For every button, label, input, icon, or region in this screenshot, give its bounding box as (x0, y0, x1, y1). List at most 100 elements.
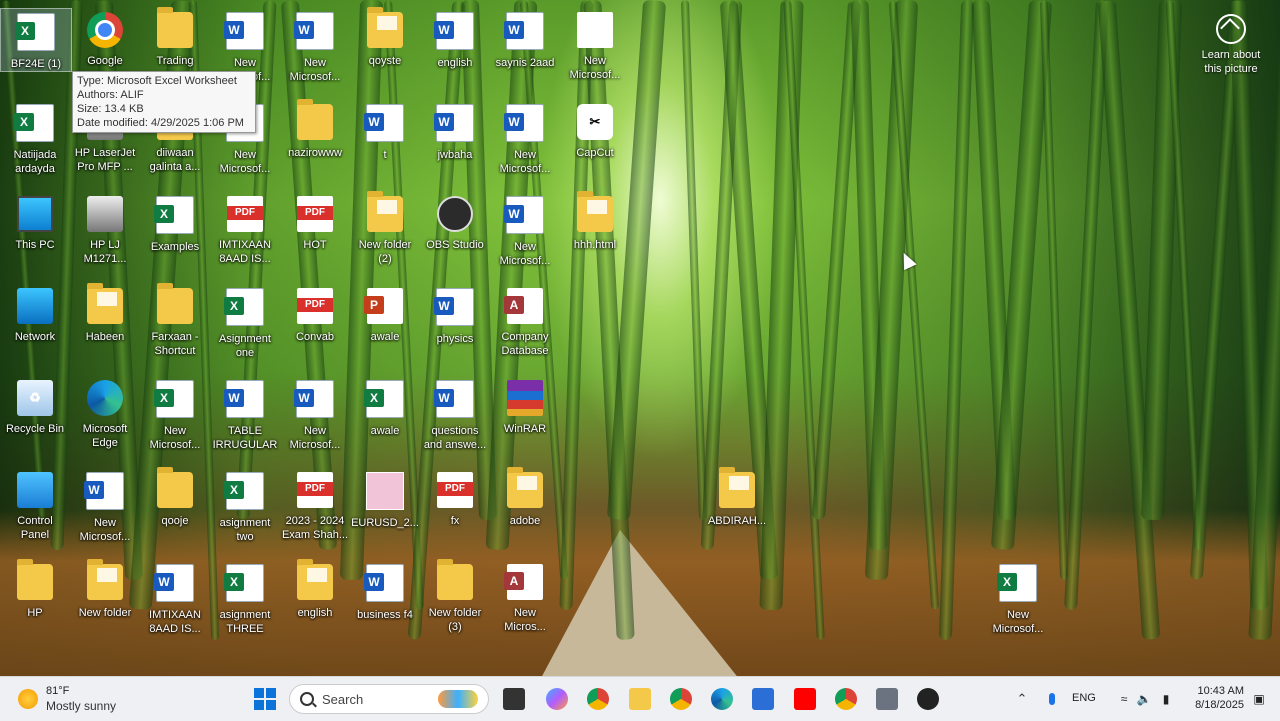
taskbar-app-chrome-icon[interactable] (667, 685, 695, 713)
excel-icon (997, 564, 1037, 602)
desktop-icon-microsoft-edge[interactable]: Microsoft Edge (70, 376, 140, 450)
desktop-icon-business-f4[interactable]: business f4 (350, 560, 420, 622)
desktop-icon-google[interactable]: Google (70, 8, 140, 68)
desktop-icon-new-microsof[interactable]: New Microsof... (490, 192, 560, 268)
obs-icon (437, 196, 473, 232)
desktop-icon-new-folder-3[interactable]: New folder (3) (420, 559, 490, 634)
taskbar-app-chrome-icon[interactable] (584, 685, 612, 713)
sun-icon (18, 689, 38, 709)
learn-about-label: Learn about this picture (1201, 49, 1261, 75)
desktop-icon-new-microsof[interactable]: New Microsof... (560, 8, 630, 82)
edge-icon (711, 688, 733, 710)
desktop-icon-control-panel[interactable]: Control Panel (0, 468, 70, 542)
desktop-icon-label: New Microsof... (289, 57, 341, 83)
desktop-icon-this-pc[interactable]: This PC (0, 192, 70, 252)
desktop-icon-new-microsof[interactable]: New Microsof... (280, 376, 350, 452)
desktop-icon-label: CapCut (576, 147, 614, 159)
desktop-icon-habeen[interactable]: Habeen (70, 283, 140, 344)
desktop-icon-network[interactable]: Network (0, 284, 70, 344)
desktop-icon-qooje[interactable]: qooje (140, 467, 210, 528)
desktop-icon-label: HP LaserJet Pro MFP ... (74, 147, 136, 173)
desktop-icon-qoyste[interactable]: qoyste (350, 7, 420, 68)
pdf-icon (297, 288, 333, 324)
desktop-icon-bf24e-1[interactable]: BF24E (1) (0, 8, 72, 72)
desktop-icon-fx[interactable]: fx (420, 468, 490, 528)
desktop-icon-physics[interactable]: physics (420, 284, 490, 346)
taskbar-app-youtube-icon[interactable] (791, 685, 819, 713)
desktop-icon-hot[interactable]: HOT (280, 192, 350, 252)
desktop-icon-recycle-bin[interactable]: ♻ Recycle Bin (0, 376, 70, 436)
desktop-icon-english[interactable]: english (420, 8, 490, 70)
weather-widget[interactable]: 81°F Mostly sunny (18, 683, 138, 715)
desktop-icon-awale[interactable]: awale (350, 284, 420, 344)
desktop-icon-imtixaan-8aad-is[interactable]: IMTIXAAN 8AAD IS... (210, 192, 280, 266)
notifications-icon[interactable]: ▣ (1245, 685, 1273, 713)
taskbar-app-file-manager-icon[interactable] (500, 685, 528, 713)
learn-picture-icon[interactable] (1216, 14, 1246, 44)
desktop-icon-new-folder-2[interactable]: New folder (2) (350, 191, 420, 266)
desktop-icon-winrar[interactable]: WinRAR (490, 376, 560, 436)
desktop-icon-hp[interactable]: HP (0, 559, 70, 620)
desktop-icon-examples[interactable]: Examples (140, 192, 210, 254)
chrome-icon (87, 12, 123, 48)
taskbar-app-edge-icon[interactable] (708, 685, 736, 713)
desktop-icon-new-folder[interactable]: New folder (70, 559, 140, 620)
desktop-icon-asignment-two[interactable]: asignment two (210, 468, 280, 544)
desktop-icon-saynis-2aad[interactable]: saynis 2aad (490, 8, 560, 70)
desktop-icon-company-database[interactable]: Company Database (490, 284, 560, 358)
desktop-icon-abdirah[interactable]: ABDIRAH... (702, 467, 772, 528)
search-placeholder: Search (322, 692, 364, 707)
word-icon (154, 564, 194, 602)
store-icon (752, 688, 774, 710)
desktop-icon-label: New Microsof... (289, 425, 341, 451)
desktop-icon-asignment-one[interactable]: Asignment one (210, 284, 280, 360)
desktop-icon-adobe[interactable]: adobe (490, 467, 560, 528)
desktop-icon-new-microsof[interactable]: New Microsof... (70, 468, 140, 544)
desktop-icon-imtixaan-8aad-is[interactable]: IMTIXAAN 8AAD IS... (140, 560, 210, 636)
start-button[interactable] (251, 685, 279, 713)
desktop-icon-farxaan-shortcut[interactable]: Farxaan - Shortcut (140, 283, 210, 358)
battery-icon[interactable]: ▮ (1152, 685, 1180, 713)
clock[interactable]: 10:43 AM 8/18/2025 (1184, 684, 1244, 712)
search-input[interactable]: Search (289, 684, 489, 714)
desktop-icon-natiijada-ardayda[interactable]: Natiijada ardayda (0, 100, 70, 176)
desktop-icon-table-irrugular[interactable]: TABLE IRRUGULAR (210, 376, 280, 452)
taskbar-app-chrome-icon[interactable] (832, 685, 860, 713)
desktop-icon-nazirowww[interactable]: nazirowww (280, 99, 350, 160)
taskbar-app-copilot-icon[interactable] (543, 685, 571, 713)
taskbar-app-game-icon[interactable] (914, 685, 942, 713)
excel-icon (224, 564, 264, 602)
desktop-icon-new-microsof[interactable]: New Microsof... (140, 376, 210, 452)
taskbar-app-folder-icon[interactable] (626, 685, 654, 713)
folder-icon (157, 7, 193, 48)
desktop-icon-t[interactable]: t (350, 100, 420, 162)
desktop-icon-questions-and-answe[interactable]: questions and answe... (420, 376, 490, 452)
desktop-icon-awale[interactable]: awale (350, 376, 420, 438)
desktop-icon-trading[interactable]: Trading (140, 7, 210, 68)
word-icon (364, 104, 404, 142)
desktop-icon-asignment-three[interactable]: asignment THREE (210, 560, 280, 636)
desktop-icon-label: Control Panel (17, 515, 53, 541)
desktop-icon-new-micros[interactable]: New Micros... (490, 560, 560, 634)
desktop-icon-convab[interactable]: Convab (280, 284, 350, 344)
desktop-icon-hhh-html[interactable]: hhh.html (560, 191, 630, 252)
show-hidden-icons-chevron-up-icon[interactable]: ⌃ (1008, 685, 1036, 713)
desktop-icon-new-microsof[interactable]: New Microsof... (490, 100, 560, 176)
desktop-icon-new-microsof[interactable]: New Microsof... (983, 560, 1053, 636)
desktop-icon-new-microsof[interactable]: New Microsof... (280, 8, 350, 84)
recycle-icon: ♻ (17, 380, 53, 416)
taskbar-app-store-icon[interactable] (749, 685, 777, 713)
excel-icon (364, 380, 404, 418)
taskbar-app-settings-icon[interactable] (873, 685, 901, 713)
microphone-icon[interactable] (1038, 685, 1066, 713)
desktop-icon-capcut[interactable]: ✂ CapCut (560, 100, 630, 160)
desktop-icon-jwbaha[interactable]: jwbaha (420, 100, 490, 162)
desktop-icon-obs-studio[interactable]: OBS Studio (420, 192, 490, 252)
language-indicator[interactable]: ENG (1072, 692, 1096, 704)
desktop-icon-label: New Microsof... (569, 55, 621, 81)
desktop-icon-eurusd-2[interactable]: EURUSD_2... (350, 468, 420, 530)
desktop-icon-2023-2024-exam-shah[interactable]: 2023 - 2024 Exam Shah... (280, 468, 350, 542)
desktop-icon-english[interactable]: english (280, 559, 350, 620)
learn-about-picture[interactable]: Learn about this picture (1196, 14, 1266, 76)
desktop-icon-hp-lj-m1271[interactable]: HP LJ M1271... (70, 192, 140, 266)
